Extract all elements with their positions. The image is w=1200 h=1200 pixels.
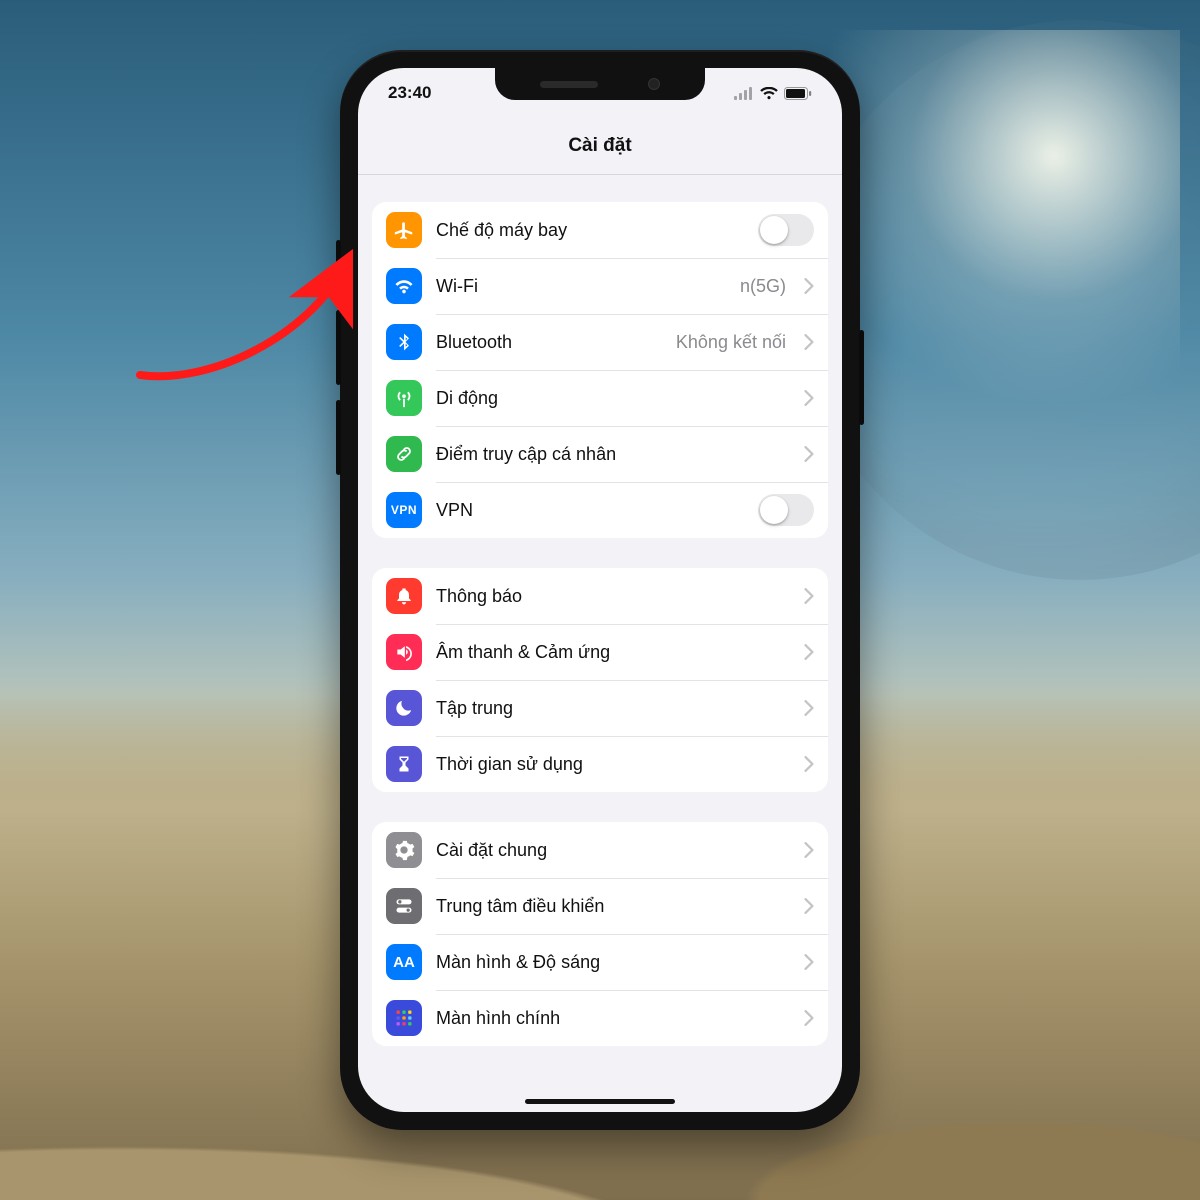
settings-row-notifications[interactable]: Thông báo [372,568,828,624]
hourglass-icon [386,746,422,782]
page-title: Cài đặt [568,135,631,157]
row-label: Cài đặt chung [436,840,790,861]
wallpaper-scene: 23:40 Cài đặt Chế độ máy bay Wi-Fi n(5G) Bl… [0,0,1200,1200]
chevron-right-icon [804,1010,814,1026]
vpn-toggle[interactable] [758,494,814,526]
chevron-right-icon [804,446,814,462]
settings-list[interactable]: Chế độ máy bay Wi-Fi n(5G) Bluetooth Không k… [358,175,842,1076]
settings-group: Cài đặt chung Trung tâm điều khiển AA Màn h… [372,822,828,1046]
settings-row-wifi[interactable]: Wi-Fi n(5G) [372,258,828,314]
power-button[interactable] [859,330,864,425]
bluetooth-icon [386,324,422,360]
row-label: Di động [436,388,790,409]
planet-silhouette [800,20,1200,580]
settings-group: Thông báo Âm thanh & Cảm ứng Tập trung Thời… [372,568,828,792]
row-label: VPN [436,500,744,521]
antenna-icon [386,380,422,416]
volume-up-button[interactable] [336,310,341,385]
battery-status-icon [784,87,812,100]
bell-icon [386,578,422,614]
settings-row-screentime[interactable]: Thời gian sử dụng [372,736,828,792]
settings-row-display[interactable]: AA Màn hình & Độ sáng [372,934,828,990]
settings-row-focus[interactable]: Tập trung [372,680,828,736]
chevron-right-icon [804,334,814,350]
chevron-right-icon [804,842,814,858]
switches-icon [386,888,422,924]
front-camera [648,78,660,90]
chevron-right-icon [804,644,814,660]
gear-icon [386,832,422,868]
chevron-right-icon [804,898,814,914]
row-label: Thông báo [436,586,790,607]
cellular-signal-icon [734,87,754,100]
row-label: Tập trung [436,698,790,719]
volume-down-button[interactable] [336,400,341,475]
status-right [734,87,812,100]
speaker [540,81,598,88]
row-label: Âm thanh & Cảm ứng [436,642,790,663]
chevron-right-icon [804,390,814,406]
row-detail: n(5G) [740,276,786,297]
moon-icon [386,690,422,726]
speaker-icon [386,634,422,670]
row-label: Chế độ máy bay [436,220,744,241]
chevron-right-icon [804,278,814,294]
wifi-icon [386,268,422,304]
grid-icon [386,1000,422,1036]
settings-row-general[interactable]: Cài đặt chung [372,822,828,878]
row-detail: Không kết nối [676,332,786,353]
settings-row-cellular[interactable]: Di động [372,370,828,426]
airplane-toggle[interactable] [758,214,814,246]
phone-frame: 23:40 Cài đặt Chế độ máy bay Wi-Fi n(5G) Bl… [340,50,860,1130]
settings-group: Chế độ máy bay Wi-Fi n(5G) Bluetooth Không k… [372,202,828,538]
row-label: Wi-Fi [436,276,726,297]
vpn-icon: VPN [386,492,422,528]
chevron-right-icon [804,954,814,970]
row-label: Màn hình & Độ sáng [436,952,790,973]
home-indicator[interactable] [525,1099,675,1104]
phone-screen: 23:40 Cài đặt Chế độ máy bay Wi-Fi n(5G) Bl… [358,68,842,1112]
link-icon [386,436,422,472]
row-label: Thời gian sử dụng [436,754,790,775]
chevron-right-icon [804,588,814,604]
airplane-icon [386,212,422,248]
settings-row-home[interactable]: Màn hình chính [372,990,828,1046]
settings-row-hotspot[interactable]: Điểm truy cập cá nhân [372,426,828,482]
settings-row-control[interactable]: Trung tâm điều khiển [372,878,828,934]
chevron-right-icon [804,756,814,772]
notch [495,68,705,100]
wifi-status-icon [760,87,778,100]
nav-title-bar: Cài đặt [358,118,842,175]
status-time: 23:40 [388,83,431,103]
settings-row-airplane[interactable]: Chế độ máy bay [372,202,828,258]
row-label: Màn hình chính [436,1008,790,1029]
aa-icon: AA [386,944,422,980]
settings-row-bluetooth[interactable]: Bluetooth Không kết nối [372,314,828,370]
silence-switch[interactable] [336,240,341,280]
row-label: Điểm truy cập cá nhân [436,444,790,465]
row-label: Bluetooth [436,332,662,353]
settings-row-sounds[interactable]: Âm thanh & Cảm ứng [372,624,828,680]
row-label: Trung tâm điều khiển [436,896,790,917]
settings-row-vpn[interactable]: VPN VPN [372,482,828,538]
chevron-right-icon [804,700,814,716]
